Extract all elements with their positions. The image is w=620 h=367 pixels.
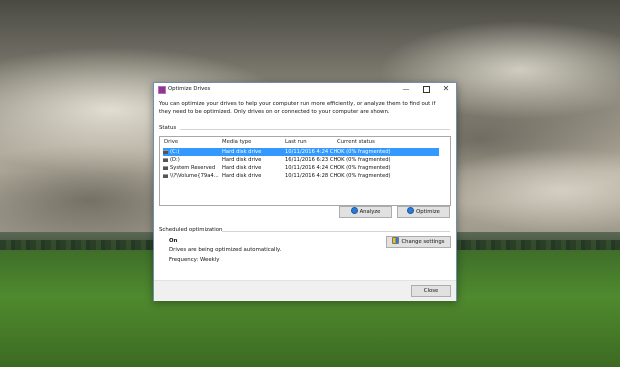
maximize-icon	[422, 85, 430, 93]
hard-drive-icon	[163, 174, 168, 178]
drives-list[interactable]: Drive Media type Last run Current status…	[159, 136, 451, 206]
optimize-drives-window: Optimize Drives — ✕ You can optimize you…	[153, 82, 457, 301]
change-settings-button[interactable]: Change settings	[386, 236, 451, 248]
close-button[interactable]: Close	[411, 285, 451, 297]
optimize-icon	[407, 207, 415, 214]
optimize-drives-icon	[158, 86, 166, 94]
window-title: Optimize Drives	[168, 86, 211, 92]
dialog-footer: Close	[154, 280, 456, 301]
last-run: 10/11/2016 4:24 CH	[285, 149, 338, 155]
current-status: OK (0% fragmented)	[337, 165, 391, 171]
column-drive[interactable]: Drive	[164, 139, 178, 145]
hard-drive-icon	[163, 158, 168, 162]
optimize-label: Optimize	[416, 209, 440, 215]
status-divider	[180, 129, 450, 130]
current-status: OK (0% fragmented)	[337, 173, 391, 179]
title-bar[interactable]: Optimize Drives — ✕	[154, 83, 456, 96]
last-run: 10/11/2016 4:28 CH	[285, 173, 338, 179]
drive-row[interactable]: System Reserved Hard disk drive 10/11/20…	[160, 164, 450, 172]
status-section-label: Status	[159, 125, 177, 131]
hard-drive-icon	[163, 166, 168, 170]
drive-row[interactable]: (C:) Hard disk drive 10/11/2016 4:24 CH …	[163, 148, 439, 156]
last-run: 10/11/2016 4:24 CH	[285, 165, 338, 171]
shield-icon	[392, 237, 400, 244]
description-text: You can optimize your drives to help you…	[159, 101, 436, 115]
media-type: Hard disk drive	[222, 149, 262, 155]
schedule-frequency: Frequency: Weekly	[169, 257, 220, 263]
minimize-button[interactable]: —	[396, 83, 416, 95]
drive-name: (C:)	[170, 149, 180, 155]
drive-name: System Reserved	[170, 165, 216, 171]
last-run: 16/11/2016 6:23 CH	[285, 157, 338, 163]
schedule-state: On	[169, 238, 178, 244]
scheduled-section-label: Scheduled optimization	[159, 227, 223, 233]
scheduled-divider	[222, 231, 450, 232]
drive-row[interactable]: (D:) Hard disk drive 16/11/2016 6:23 CH …	[160, 156, 450, 164]
analyze-label: Analyze	[359, 209, 381, 215]
maximize-button[interactable]	[416, 83, 436, 95]
schedule-description: Drives are being optimized automatically…	[169, 247, 282, 253]
analyze-icon	[350, 207, 358, 214]
column-media-type[interactable]: Media type	[222, 139, 251, 145]
drive-row[interactable]: \\?\Volume{79a4... Hard disk drive 10/11…	[160, 172, 450, 180]
media-type: Hard disk drive	[222, 165, 262, 171]
media-type: Hard disk drive	[222, 173, 262, 179]
column-current-status[interactable]: Current status	[337, 139, 375, 145]
current-status: OK (0% fragmented)	[337, 149, 391, 155]
hard-drive-icon	[163, 150, 168, 154]
change-settings-label: Change settings	[401, 239, 445, 245]
close-window-button[interactable]: ✕	[436, 83, 456, 95]
analyze-button[interactable]: Analyze	[339, 206, 392, 218]
column-last-run[interactable]: Last run	[285, 139, 307, 145]
drive-name: \\?\Volume{79a4...	[170, 173, 219, 179]
current-status: OK (0% fragmented)	[337, 157, 391, 163]
optimize-button[interactable]: Optimize	[397, 206, 450, 218]
media-type: Hard disk drive	[222, 157, 262, 163]
drive-name: (D:)	[170, 157, 180, 163]
drives-list-header: Drive Media type Last run Current status	[160, 137, 450, 146]
